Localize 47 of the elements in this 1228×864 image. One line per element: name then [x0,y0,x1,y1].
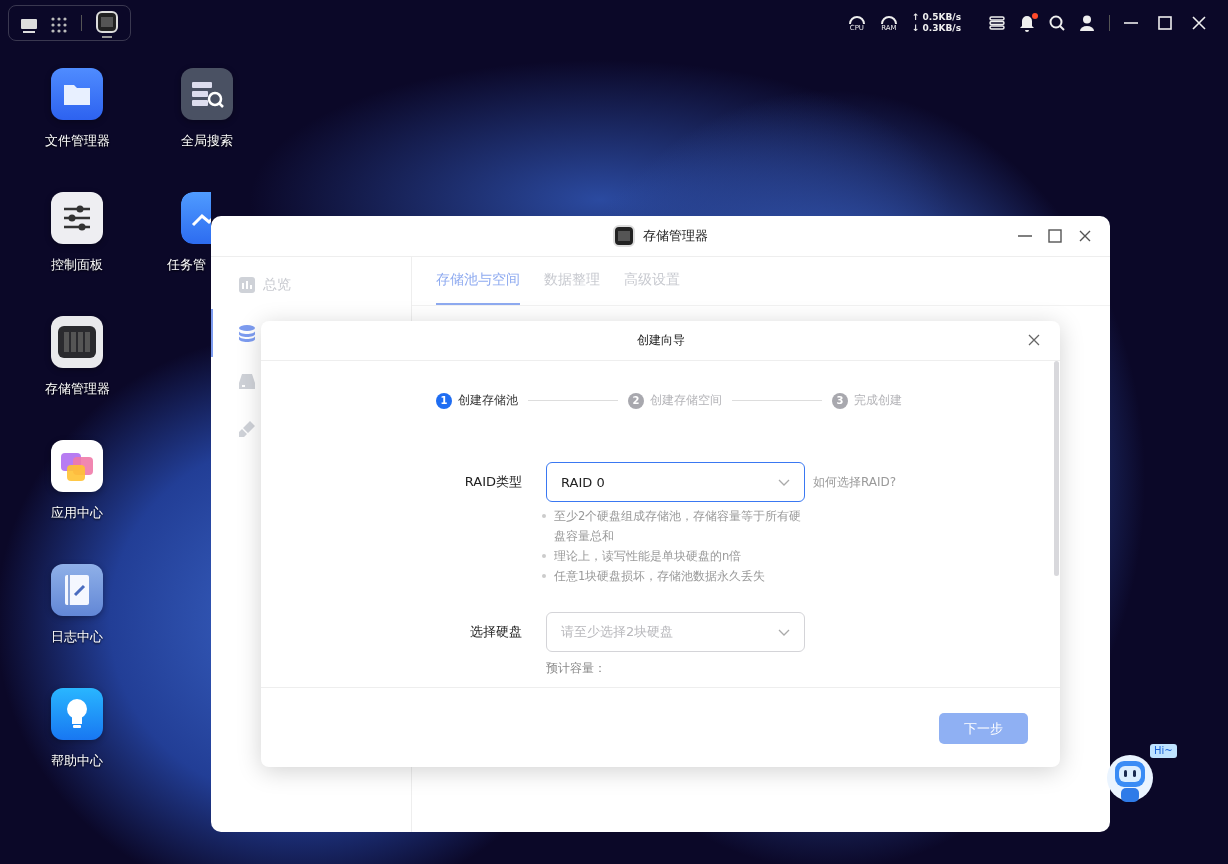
user-icon[interactable] [1079,15,1095,31]
step-label: 创建存储池 [458,392,518,409]
capacity-hint: 预计容量： [546,661,607,676]
step-number: 1 [436,392,452,409]
dialog-title: 创建向导 [636,332,685,349]
desktop-icon-label[interactable]: 控制面板 [51,256,103,274]
desktop-icon-label[interactable]: 日志中心 [51,628,103,646]
upload-speed: ↑ 0.5KB/s [911,12,961,23]
chevron-down-icon [778,478,790,486]
note-text: 任意1块硬盘损坏，存储池数据永久丢失 [554,568,766,585]
sliders-icon[interactable] [51,192,103,244]
search-icon[interactable] [1049,15,1065,31]
greeting-bubble: Hi~ [1150,744,1177,758]
database-icon [239,324,255,342]
desktop-icon-label[interactable]: 帮助中心 [51,752,103,770]
lightbulb-icon[interactable] [51,688,103,740]
scrollbar[interactable] [1054,361,1059,576]
desktop-icon-label[interactable]: 全局搜索 [181,132,233,150]
step-label: 创建存储空间 [650,392,722,409]
download-speed: ↓ 0.3KB/s [911,23,961,34]
desktop-icon-label[interactable]: 应用中心 [51,504,103,522]
field-label: 选择硬盘 [469,623,523,641]
close-icon[interactable] [1078,229,1092,243]
chevron-down-icon [778,628,790,636]
app-squares-icon[interactable] [51,440,103,492]
disk-bay-icon[interactable] [51,316,103,368]
field-label: RAID类型 [463,473,523,491]
brush-icon [239,421,255,437]
select-field[interactable]: RAID 0 [546,462,805,502]
desktop-icon-label[interactable]: 任务管 [167,256,206,274]
desktop-icon-label[interactable]: 存储管理器 [44,380,110,398]
notebook-icon[interactable] [51,564,103,616]
step-number: 2 [628,392,644,409]
toggles-icon[interactable] [989,16,1005,30]
chart-window-icon[interactable] [181,192,211,244]
note-text: 至少2个硬盘组成存储池，存储容量等于所有硬盘容量总和 [554,508,803,545]
window-title: 存储管理器 [643,227,708,245]
bar-chart-icon [239,277,255,293]
note-text: 理论上，读写性能是单块硬盘的n倍 [554,548,742,565]
storage-app-icon [613,225,635,247]
bell-icon[interactable] [1019,14,1035,32]
desktop-icon-label[interactable]: 文件管理器 [44,132,110,150]
drive-icon [239,373,255,389]
step-number: 3 [832,392,848,409]
step-label: 完成创建 [854,392,902,409]
folder-icon[interactable] [51,68,103,120]
server-search-icon[interactable] [181,68,233,120]
